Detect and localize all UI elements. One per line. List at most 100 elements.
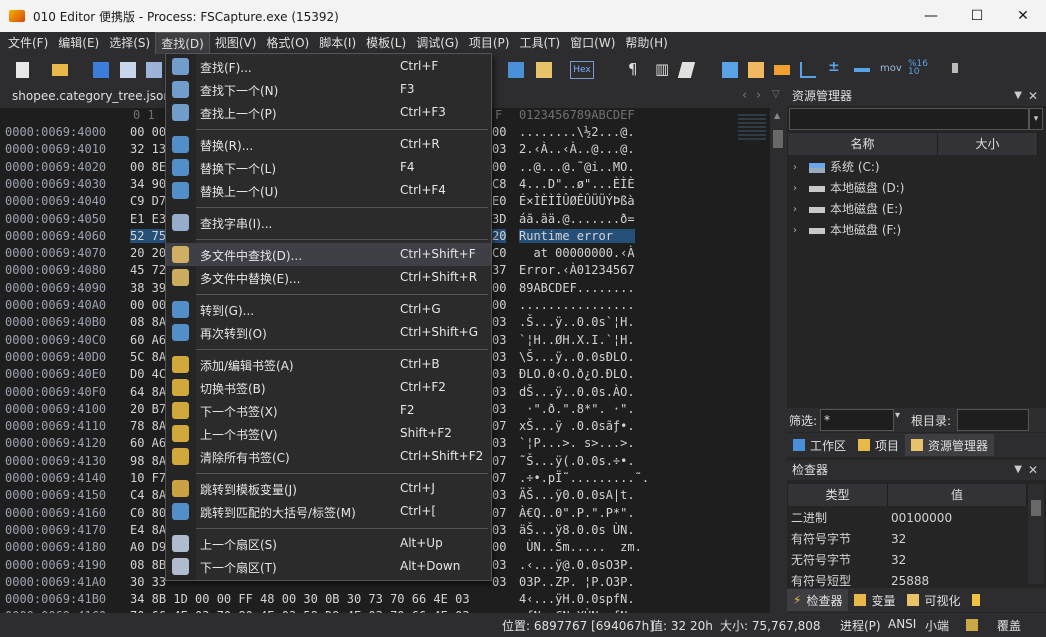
- filter-input[interactable]: *: [820, 409, 894, 431]
- status-process[interactable]: 进程(P): [840, 617, 881, 634]
- save-all-icon[interactable]: [120, 62, 136, 78]
- hex-bytes-left[interactable]: 64 8A: [130, 385, 166, 399]
- scroll-thumb[interactable]: [1031, 500, 1041, 516]
- hex-bytes-right[interactable]: 00: [492, 298, 506, 312]
- save-icon[interactable]: [93, 62, 109, 78]
- menu-item[interactable]: 查找字串(I)...: [166, 211, 491, 234]
- hex-bytes-left[interactable]: 45 72: [130, 263, 166, 277]
- hex-bytes-right[interactable]: 03: [492, 575, 506, 589]
- ascii-text[interactable]: ÐLO.0‹O.ð¿O.ÐLO.: [519, 367, 635, 381]
- drive-item-e[interactable]: › 本地磁盘 (E:): [793, 199, 903, 220]
- columns-icon[interactable]: ▥: [655, 60, 669, 78]
- menu-select[interactable]: 选择(S): [104, 32, 155, 54]
- hex-bytes-right[interactable]: 03: [492, 402, 506, 416]
- chevron-down-icon[interactable]: ▾: [895, 410, 900, 421]
- hex-bytes-left[interactable]: 20 20: [130, 246, 166, 260]
- hex-row[interactable]: 0000:0069:41B0 34 8B 1D 00 00 FF 48 00 30…: [0, 592, 770, 609]
- inspect-icon[interactable]: [748, 62, 764, 78]
- arrow-icon[interactable]: [854, 68, 870, 72]
- eraser-icon[interactable]: [677, 62, 696, 78]
- menu-item[interactable]: 再次转到(O) Ctrl+Shift+G: [166, 321, 491, 344]
- base-convert-icon[interactable]: %16 10: [908, 60, 928, 77]
- hex-bytes-right[interactable]: 03: [492, 367, 506, 381]
- inspector-row[interactable]: 二进制 00100000: [787, 508, 1027, 529]
- menu-item[interactable]: 添加/编辑书签(A) Ctrl+B: [166, 353, 491, 376]
- inspector-value[interactable]: 32: [891, 529, 906, 550]
- hex-mode-button[interactable]: Hex: [570, 61, 594, 79]
- mov-icon[interactable]: mov: [880, 63, 902, 74]
- drive-item-f[interactable]: › 本地磁盘 (F:): [793, 220, 901, 241]
- hex-bytes-left[interactable]: 34 8B 1D 00 00 FF 48 00 30 0B 30 73 70 6…: [130, 592, 470, 606]
- hex-bytes-right[interactable]: 00: [492, 540, 506, 554]
- tab-variables[interactable]: 变量: [848, 589, 901, 611]
- ascii-text[interactable]: Error.‹À01234567: [519, 263, 635, 277]
- menu-item[interactable]: 跳转到模板变量(J) Ctrl+J: [166, 477, 491, 500]
- menu-item[interactable]: 上一个扇区(S) Alt+Up: [166, 532, 491, 555]
- tab-bookmarks[interactable]: [966, 589, 991, 611]
- hex-bytes-left[interactable]: 60 A6: [130, 436, 166, 450]
- ascii-text[interactable]: 2.‹À..‹À..@...@.: [519, 142, 635, 156]
- menu-item[interactable]: 转到(G)... Ctrl+G: [166, 298, 491, 321]
- inspector-row[interactable]: 无符号字节 32: [787, 550, 1027, 571]
- tab-project[interactable]: 项目: [852, 434, 905, 456]
- chevron-right-icon[interactable]: ›: [793, 199, 803, 220]
- tab-list-icon[interactable]: ▽: [772, 89, 780, 100]
- ascii-text[interactable]: .‹...ÿ@.0.0sO3P.: [519, 558, 635, 572]
- ascii-text[interactable]: `¦P...>. s>...>.: [519, 436, 635, 450]
- hex-bytes-left[interactable]: D0 4C: [130, 367, 166, 381]
- ascii-text[interactable]: dŠ...ÿ..0.0s.ÀO.: [519, 385, 635, 399]
- hex-bytes-left[interactable]: 00 00: [130, 298, 166, 312]
- hex-bytes-left[interactable]: 52 75: [130, 228, 167, 243]
- hex-bytes-right[interactable]: 00: [492, 160, 506, 174]
- percent-icon[interactable]: ±: [828, 59, 840, 75]
- ascii-text[interactable]: `¦H..ØH.X.I.`¦H.: [519, 333, 635, 347]
- inspector-scrollbar[interactable]: [1028, 484, 1044, 584]
- hex-bytes-right[interactable]: 37: [492, 263, 506, 277]
- panel-close-icon[interactable]: ✕: [1028, 460, 1038, 480]
- tab-workspace[interactable]: 工作区: [787, 434, 852, 456]
- inspector-row[interactable]: 有符号字节 32: [787, 529, 1027, 550]
- pause-icon[interactable]: [952, 63, 958, 73]
- menu-tools[interactable]: 工具(T): [514, 32, 565, 54]
- chevron-right-icon[interactable]: ›: [793, 220, 803, 241]
- hex-bytes-left[interactable]: 78 8A: [130, 419, 166, 433]
- calculator-icon[interactable]: [722, 62, 738, 78]
- hex-bytes-right[interactable]: C0: [492, 246, 506, 260]
- hex-bytes-right[interactable]: 3D: [492, 212, 506, 226]
- hex-bytes-right[interactable]: 00: [492, 281, 506, 295]
- ascii-text[interactable]: äŠ...ÿ8.0.0s ÙN.: [519, 523, 635, 537]
- swap-icon[interactable]: [774, 65, 790, 75]
- menu-view[interactable]: 视图(V): [210, 32, 262, 54]
- script-icon[interactable]: [536, 62, 552, 78]
- drive-item-d[interactable]: › 本地磁盘 (D:): [793, 178, 904, 199]
- ascii-text[interactable]: ........\½2...@.: [519, 125, 635, 139]
- chevron-right-icon[interactable]: ›: [793, 178, 803, 199]
- hex-bytes-left[interactable]: 34 90: [130, 177, 166, 191]
- menu-help[interactable]: 帮助(H): [620, 32, 672, 54]
- hex-bytes-right[interactable]: 07: [492, 419, 506, 433]
- hex-bytes-right[interactable]: 03: [492, 385, 506, 399]
- hex-bytes-left[interactable]: 30 33: [130, 575, 166, 589]
- menu-project[interactable]: 项目(P): [464, 32, 515, 54]
- maximize-button[interactable]: ☐: [954, 0, 1000, 32]
- ascii-text[interactable]: xŠ...ÿ .0.0sãƒ•.: [519, 419, 635, 433]
- hex-bytes-right[interactable]: 03: [492, 350, 506, 364]
- hex-bytes-left[interactable]: 20 B7: [130, 402, 166, 416]
- close-button[interactable]: ✕: [1000, 0, 1046, 32]
- hex-bytes-left[interactable]: C4 8A: [130, 488, 166, 502]
- tab-inspector[interactable]: ⚡ 检查器: [787, 589, 849, 611]
- ascii-text[interactable]: .Š...ÿ..0.0s`¦H.: [519, 315, 635, 329]
- tab-visualize[interactable]: 可视化: [901, 589, 966, 611]
- menu-item[interactable]: 清除所有书签(C) Ctrl+Shift+F2: [166, 445, 491, 468]
- hex-bytes-left[interactable]: 00 00: [130, 125, 166, 139]
- menu-window[interactable]: 窗口(W): [565, 32, 620, 54]
- hex-bytes-left[interactable]: 38 39: [130, 281, 166, 295]
- hex-bytes-right[interactable]: C8: [492, 177, 506, 191]
- menu-item[interactable]: 下一个扇区(T) Alt+Down: [166, 555, 491, 578]
- hex-bytes-left[interactable]: 60 A6: [130, 333, 166, 347]
- minimize-button[interactable]: —: [908, 0, 954, 32]
- hex-bytes-left[interactable]: E1 E3: [130, 212, 166, 226]
- hex-bytes-right[interactable]: 07: [492, 471, 506, 485]
- menu-item[interactable]: 切换书签(B) Ctrl+F2: [166, 376, 491, 399]
- hex-bytes-right[interactable]: 03: [492, 488, 506, 502]
